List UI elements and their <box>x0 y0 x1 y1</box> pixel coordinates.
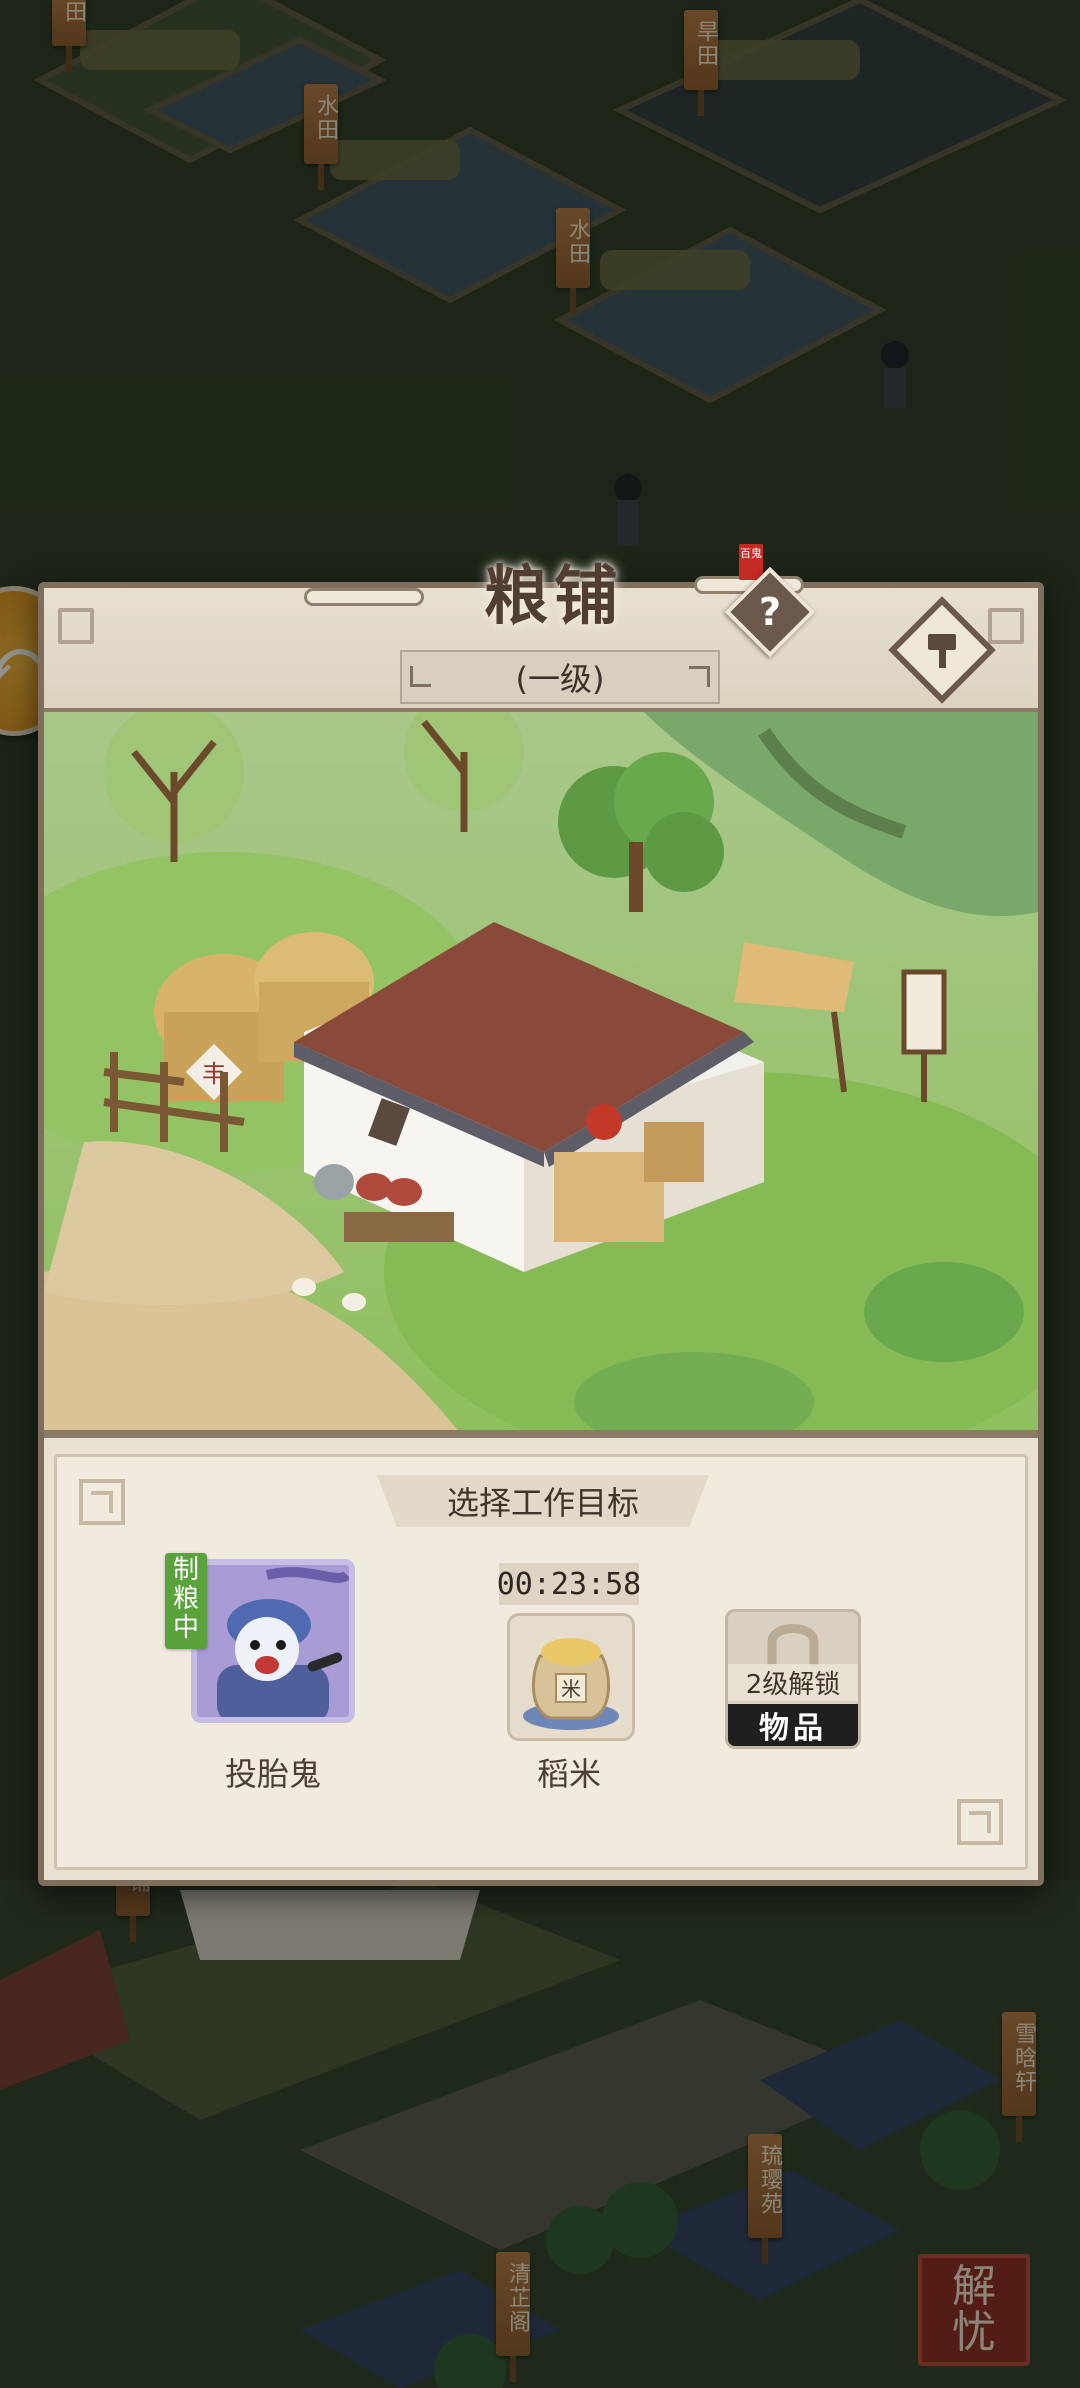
corner-ornament <box>988 608 1024 644</box>
building-illustration: 丰 <box>44 712 1038 1438</box>
question-icon: ? <box>758 590 782 634</box>
lock-icon <box>767 1624 819 1666</box>
production-item-slot[interactable]: 米 <box>507 1613 635 1741</box>
cloud-ornament <box>304 588 424 606</box>
production-timer: 00:23:58 <box>497 1563 641 1605</box>
fret-ornament <box>79 1479 125 1525</box>
production-item-name: 稻米 <box>536 1755 601 1793</box>
unlock-requirement: 2级解锁 <box>728 1664 858 1701</box>
building-panel: 粮铺 百鬼 ? (一级) 丰 选择工作目标 制粮中 投胎鬼 00:23:58 米… <box>38 544 1044 1886</box>
fret-ornament <box>957 1799 1003 1845</box>
worker-slot[interactable] <box>191 1559 355 1723</box>
rice-sack-icon: 米 <box>523 1638 619 1730</box>
sack-glyph: 米 <box>561 1677 581 1701</box>
panel-header: 粮铺 百鬼 ? (一级) <box>44 544 1038 712</box>
section-title: 选择工作目标 <box>377 1475 709 1527</box>
worker-status-badge: 制粮中 <box>165 1553 207 1649</box>
grain-shop-artwork: 丰 <box>44 712 1038 1430</box>
corner-ornament <box>58 608 94 644</box>
locked-item-slot[interactable]: 2级解锁 物品 <box>725 1609 861 1749</box>
building-level: (一级) <box>400 650 720 704</box>
title-banner: 粮铺 百鬼 <box>304 536 804 646</box>
worker-name: 投胎鬼 <box>224 1755 321 1793</box>
hammer-icon <box>928 634 956 668</box>
locked-slot-label: 物品 <box>728 1704 858 1746</box>
worker-avatar <box>197 1565 349 1717</box>
title-seal: 百鬼 <box>739 544 763 580</box>
building-title: 粮铺 <box>484 559 624 634</box>
upgrade-button[interactable] <box>888 596 996 704</box>
work-target-section: 选择工作目标 制粮中 投胎鬼 00:23:58 米 稻米 2级解锁 物品 <box>54 1454 1028 1870</box>
